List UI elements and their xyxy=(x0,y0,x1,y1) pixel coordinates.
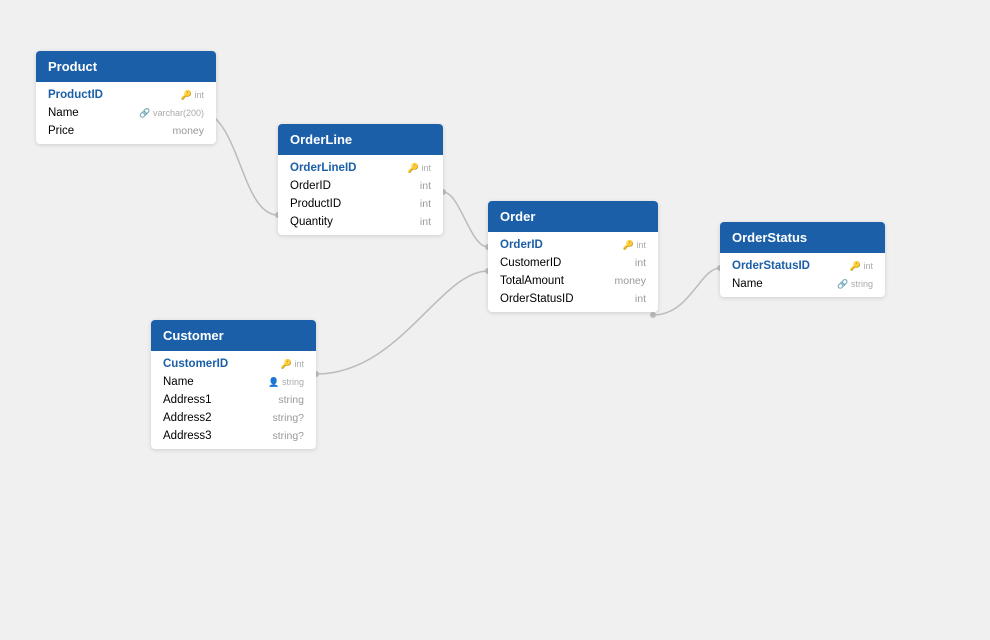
table-orderline-header: OrderLine xyxy=(278,124,443,155)
table-row: OrderID 🔑 int xyxy=(488,236,658,254)
table-row: Name 👤 string xyxy=(151,373,316,391)
table-row: Address3 string? xyxy=(151,427,316,445)
table-orderstatus-header: OrderStatus xyxy=(720,222,885,253)
table-row: CustomerID 🔑 int xyxy=(151,355,316,373)
table-row: ProductID int xyxy=(278,195,443,213)
table-row: Quantity int xyxy=(278,213,443,231)
table-row: OrderLineID 🔑 int xyxy=(278,159,443,177)
table-customer-header: Customer xyxy=(151,320,316,351)
table-order[interactable]: Order OrderID 🔑 int CustomerID int Total… xyxy=(488,201,658,312)
table-row: Address2 string? xyxy=(151,409,316,427)
table-row: Price money xyxy=(36,122,216,140)
table-product-header: Product xyxy=(36,51,216,82)
table-row: Name 🔗 varchar(200) xyxy=(36,104,216,122)
table-product[interactable]: Product ProductID 🔑 int Name 🔗 varchar(2… xyxy=(36,51,216,144)
table-row: Name 🔗 string xyxy=(720,275,885,293)
table-row: OrderStatusID int xyxy=(488,290,658,308)
table-customer[interactable]: Customer CustomerID 🔑 int Name 👤 string … xyxy=(151,320,316,449)
table-row: OrderStatusID 🔑 int xyxy=(720,257,885,275)
table-orderstatus[interactable]: OrderStatus OrderStatusID 🔑 int Name 🔗 s… xyxy=(720,222,885,297)
table-order-header: Order xyxy=(488,201,658,232)
table-customer-body: CustomerID 🔑 int Name 👤 string Address1 … xyxy=(151,351,316,449)
diagram-canvas: Product ProductID 🔑 int Name 🔗 varchar(2… xyxy=(0,0,990,640)
table-row: TotalAmount money xyxy=(488,272,658,290)
table-row: OrderID int xyxy=(278,177,443,195)
table-row: Address1 string xyxy=(151,391,316,409)
table-order-body: OrderID 🔑 int CustomerID int TotalAmount… xyxy=(488,232,658,312)
table-orderstatus-body: OrderStatusID 🔑 int Name 🔗 string xyxy=(720,253,885,297)
table-row: ProductID 🔑 int xyxy=(36,86,216,104)
table-product-body: ProductID 🔑 int Name 🔗 varchar(200) Pric… xyxy=(36,82,216,144)
table-orderline-body: OrderLineID 🔑 int OrderID int ProductID … xyxy=(278,155,443,235)
table-orderline[interactable]: OrderLine OrderLineID 🔑 int OrderID int … xyxy=(278,124,443,235)
table-row: CustomerID int xyxy=(488,254,658,272)
